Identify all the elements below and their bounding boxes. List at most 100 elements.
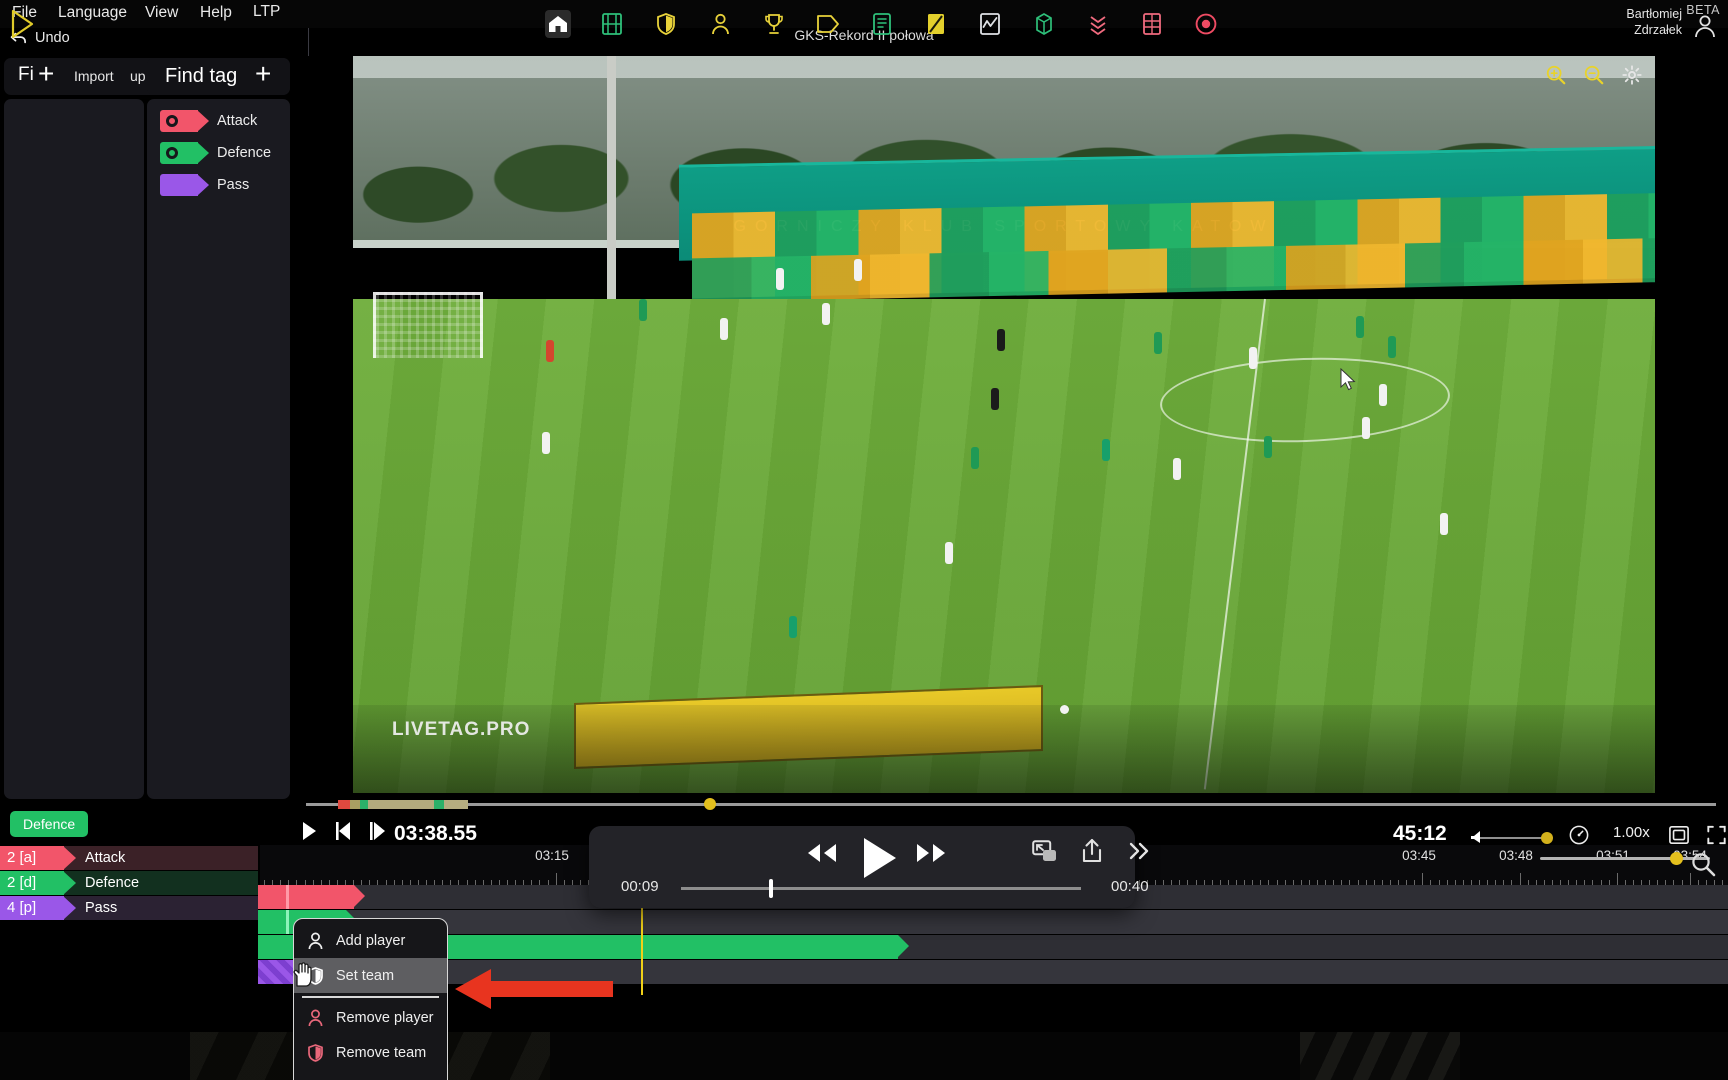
context-menu-item-remove-player[interactable]: Remove player — [294, 1001, 447, 1036]
share-icon[interactable] — [1080, 838, 1104, 864]
cube-icon[interactable] — [1031, 10, 1057, 38]
lane-defence-a[interactable] — [258, 910, 1728, 934]
timeline-tick — [1616, 873, 1618, 885]
video-scrub-strip[interactable] — [296, 795, 1728, 813]
player-marker — [945, 542, 954, 565]
media-seek-handle[interactable] — [769, 879, 773, 898]
clipboard-icon[interactable] — [869, 10, 895, 38]
menu-item-language[interactable]: Language — [58, 4, 127, 22]
person-icon[interactable] — [707, 10, 733, 38]
track-count-chip: 4 [p] — [0, 896, 76, 920]
player-marker — [1378, 383, 1387, 406]
tag-icon[interactable] — [815, 10, 841, 38]
player-marker — [1173, 457, 1182, 480]
step-forward-icon[interactable] — [368, 820, 390, 842]
player-marker — [971, 446, 980, 469]
tags-panel: Attack Defence Pass — [147, 99, 290, 799]
player-marker — [541, 431, 550, 454]
volume-handle[interactable] — [1541, 832, 1553, 844]
rewind-icon[interactable] — [805, 842, 839, 864]
record-icon[interactable] — [1193, 10, 1219, 38]
play-icon[interactable] — [857, 834, 901, 882]
stats-icon[interactable] — [977, 10, 1003, 38]
timeline-zoom-track[interactable] — [1540, 857, 1710, 860]
track-header-pass[interactable]: 4 [p] Pass — [0, 896, 258, 920]
tag-item-attack[interactable]: Attack — [160, 110, 257, 132]
tag-item-pass[interactable]: Pass — [160, 174, 249, 196]
mouse-cursor-pitch — [1340, 368, 1356, 391]
chevrons-icon[interactable] — [1085, 10, 1111, 38]
shield-icon[interactable] — [653, 10, 679, 38]
speed-gauge-icon[interactable] — [1568, 824, 1590, 846]
track-count: 2 [a] — [7, 849, 37, 866]
context-menu-item-remove-team[interactable]: Remove team — [294, 1036, 447, 1071]
player-marker — [545, 339, 554, 362]
context-menu-label: Add player — [336, 932, 406, 949]
lane-defence-b[interactable] — [258, 935, 1728, 959]
trophy-icon[interactable] — [761, 10, 787, 38]
play-icon[interactable] — [300, 820, 319, 842]
scrub-segment — [360, 800, 368, 809]
player-marker — [1355, 316, 1364, 339]
tag-color-chip — [160, 142, 209, 164]
shield-red-icon — [306, 1044, 325, 1063]
scrub-segment — [368, 800, 434, 809]
player-marker — [789, 616, 798, 639]
import-button[interactable]: Import — [74, 68, 114, 84]
track-header-attack[interactable]: 2 [a] Attack — [0, 846, 258, 870]
volume-track[interactable] — [1480, 837, 1550, 839]
pitch-icon[interactable] — [923, 10, 949, 38]
track-name: Attack — [85, 850, 126, 866]
timeline-search-icon[interactable] — [1690, 851, 1716, 877]
context-menu-item-remove[interactable]: Remove — [294, 1071, 447, 1080]
media-seek-track[interactable] — [681, 887, 1081, 890]
user-name-block: Bartłomiej Zdrzałek — [1626, 6, 1682, 38]
fast-forward-icon[interactable] — [914, 842, 948, 864]
scrub-segment — [338, 800, 350, 809]
add-file-button[interactable]: + — [38, 60, 54, 88]
context-menu-item-add-player[interactable]: Add player — [294, 923, 447, 958]
upload-button[interactable]: up — [130, 68, 146, 84]
clip-attack[interactable] — [258, 885, 365, 909]
context-menu-label: Remove player — [336, 1010, 434, 1026]
player-marker — [854, 258, 863, 281]
film-icon[interactable] — [599, 10, 625, 38]
play-outline-icon[interactable] — [8, 8, 38, 40]
add-tag-button[interactable]: + — [255, 60, 271, 88]
menu-item-view[interactable]: View — [145, 4, 178, 22]
context-menu-item-set-team[interactable]: Set team — [294, 958, 447, 993]
timeline-zoom-handle[interactable] — [1670, 852, 1683, 865]
track-name: Pass — [85, 900, 118, 916]
step-back-icon[interactable] — [334, 820, 356, 842]
pip-icon[interactable] — [1032, 840, 1058, 864]
playback-speed[interactable]: 1.00x — [1613, 824, 1650, 841]
media-control-panel: 00:09 00:40 — [589, 826, 1149, 908]
home-icon[interactable] — [545, 10, 571, 38]
player-marker — [1101, 439, 1110, 462]
fullscreen-icon[interactable] — [1706, 825, 1727, 845]
goal-net — [372, 291, 484, 359]
tag-item-defence[interactable]: Defence — [160, 142, 271, 164]
video-player[interactable]: GORNICZY KLUB SPORTOWY KATOW — [353, 56, 1655, 793]
floodlight-pole — [606, 56, 616, 300]
avatar-icon[interactable] — [1692, 12, 1718, 38]
scrub-track[interactable] — [306, 803, 1716, 806]
context-menu-divider — [302, 996, 439, 998]
hand-cursor — [293, 962, 312, 987]
track-count: 4 [p] — [7, 899, 37, 916]
picture-in-picture-icon[interactable] — [1668, 825, 1690, 845]
context-menu-label: Remove team — [336, 1045, 427, 1061]
track-header-defence[interactable]: 2 [d] Defence — [0, 871, 258, 895]
settings-gear-icon[interactable] — [1621, 64, 1643, 86]
player-marker — [1440, 512, 1449, 535]
menu-item-help[interactable]: Help — [200, 4, 232, 22]
grid-icon[interactable] — [1139, 10, 1165, 38]
scrub-handle[interactable] — [704, 798, 716, 810]
more-chevrons-icon[interactable] — [1127, 840, 1151, 862]
user-first-name: Bartłomiej — [1626, 7, 1682, 21]
menu-item-ltp[interactable]: LTP — [253, 3, 280, 21]
bottom-decor-stripes-right — [1300, 1032, 1460, 1080]
selected-tag-chip[interactable]: Defence — [10, 811, 89, 837]
zoom-out-icon[interactable] — [1583, 64, 1605, 86]
zoom-in-icon[interactable] — [1545, 64, 1567, 86]
